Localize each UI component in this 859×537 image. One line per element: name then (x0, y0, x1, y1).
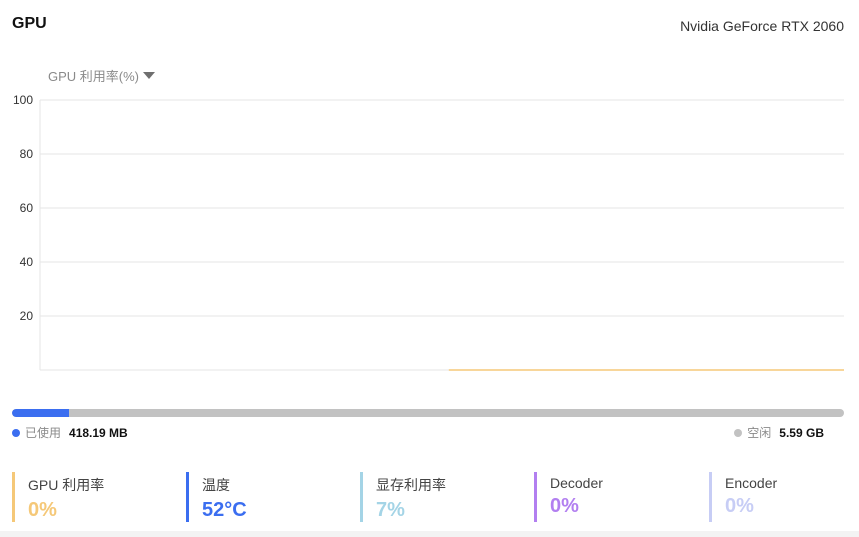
memory-used-fill (12, 409, 69, 417)
gpu-model-name: Nvidia GeForce RTX 2060 (680, 18, 844, 34)
caret-down-icon (143, 72, 156, 79)
stat-temperature: 温度 52°C (186, 472, 247, 522)
gpu-usage-chart: 100 80 60 40 20 (13, 93, 844, 371)
y-tick-label: 20 (20, 309, 34, 323)
memory-used-label: 已使用 (25, 426, 62, 440)
gpu-panel: GPU Nvidia GeForce RTX 2060 GPU 利用率(%) 1… (0, 0, 859, 531)
stat-label: Encoder (725, 475, 778, 491)
used-dot-icon (12, 428, 20, 437)
metric-select-label: GPU 利用率(%) (48, 69, 140, 84)
memory-used-legend: 已使用 418.19 MB (12, 424, 128, 441)
stat-label: GPU 利用率 (28, 477, 105, 493)
stat-value: 0% (28, 499, 57, 521)
page-title: GPU (12, 15, 47, 32)
memory-usage-bar (12, 409, 844, 417)
stat-value: 0% (550, 495, 579, 517)
stat-label: 温度 (202, 477, 230, 493)
memory-free-label: 空闲 (747, 426, 772, 440)
memory-free-value: 5.59 GB (779, 425, 824, 440)
y-tick-label: 60 (20, 201, 34, 215)
stat-value: 7% (376, 499, 405, 521)
stat-decoder: Decoder 0% (534, 472, 603, 522)
stat-gpu-utilization: GPU 利用率 0% (12, 472, 104, 522)
memory-used-value: 418.19 MB (69, 425, 128, 440)
metric-select-dropdown[interactable]: GPU 利用率(%) (48, 66, 156, 85)
free-dot-icon (734, 428, 743, 437)
y-tick-label: 40 (20, 255, 34, 269)
stat-value: 52°C (202, 499, 247, 521)
memory-free-legend: 空闲 5.59 GB (734, 424, 824, 441)
stat-value: 0% (725, 495, 754, 517)
stat-label: 显存利用率 (376, 477, 446, 493)
stat-label: Decoder (550, 475, 603, 491)
stats-row: GPU 利用率 0% 温度 52°C 显存利用率 7% Decoder 0% E… (12, 472, 852, 522)
y-tick-label: 100 (13, 93, 33, 107)
y-tick-label: 80 (20, 147, 34, 161)
stat-vram-utilization: 显存利用率 7% (360, 472, 446, 522)
stat-encoder: Encoder 0% (709, 472, 777, 522)
